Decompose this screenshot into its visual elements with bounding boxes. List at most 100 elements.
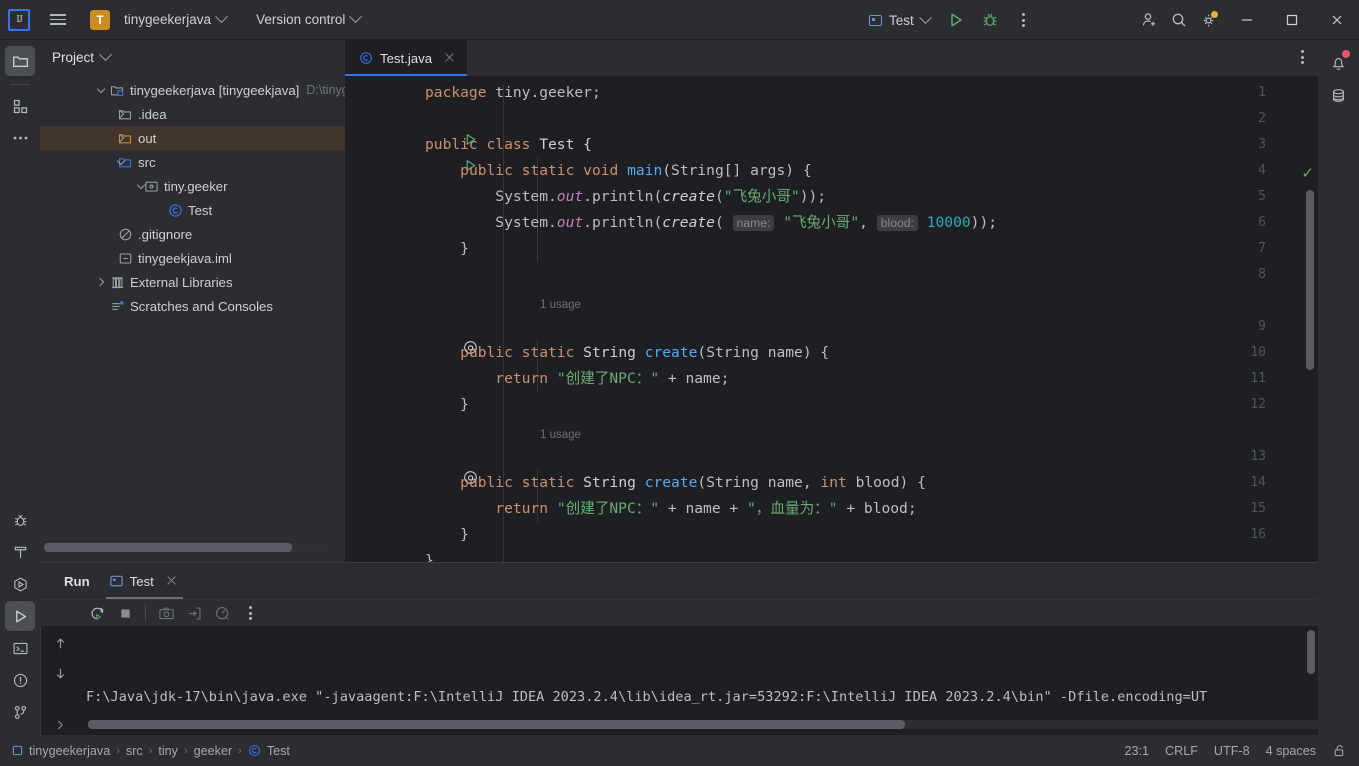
breadcrumb-item-1[interactable]: src: [126, 744, 143, 758]
breadcrumb-item-0[interactable]: tinygeekerjava: [29, 744, 110, 758]
breadcrumb-item-2[interactable]: tiny: [158, 744, 178, 758]
tree-item-idea[interactable]: .idea: [40, 102, 345, 126]
expand-console-button[interactable]: [50, 715, 70, 735]
sidebar-item-project[interactable]: [5, 46, 35, 76]
breadcrumb-item-3[interactable]: geeker: [194, 744, 233, 758]
code-token: public static: [460, 344, 584, 361]
editor-gutter[interactable]: [345, 76, 425, 562]
run-tab-label: Test: [129, 573, 154, 589]
settings-button[interactable]: [1194, 5, 1224, 35]
sidebar-item-run[interactable]: [5, 601, 35, 631]
project-widget[interactable]: T tinygeekerjava: [84, 6, 232, 34]
chevron-right-icon[interactable]: [114, 107, 128, 121]
scroll-down-button[interactable]: [50, 664, 70, 684]
chevron-right-icon[interactable]: [114, 131, 128, 145]
tree-item-iml[interactable]: tinygeekjava.iml: [40, 246, 345, 270]
project-panel-header[interactable]: Project: [40, 40, 345, 74]
maximize-button[interactable]: [1269, 0, 1314, 40]
caret-position[interactable]: 23:1: [1125, 744, 1150, 758]
debug-button[interactable]: [975, 5, 1005, 35]
indent-setting[interactable]: 4 spaces: [1266, 744, 1316, 758]
version-control-widget[interactable]: Version control: [250, 8, 366, 31]
usage-hint[interactable]: 1 usage: [540, 292, 581, 318]
export-button[interactable]: [181, 600, 207, 626]
console-output[interactable]: F:\Java\jdk-17\bin\java.exe "-javaagent:…: [80, 626, 1318, 735]
close-button[interactable]: [1314, 0, 1359, 40]
line-number: 1: [1258, 85, 1266, 100]
run-configuration-selector[interactable]: Test: [862, 9, 937, 32]
scratches-icon: [108, 299, 126, 314]
editor-vertical-scrollbar[interactable]: [1306, 190, 1314, 370]
run-tab-test[interactable]: Test: [102, 563, 187, 599]
run-tool-window: Run Test F:\Java\jdk-17\bin\java.exe "-j…: [40, 562, 1353, 735]
scroll-up-button[interactable]: [50, 634, 70, 654]
code-token: public class: [425, 136, 540, 153]
profiler-button[interactable]: [209, 600, 235, 626]
minimize-button[interactable]: [1224, 0, 1269, 40]
editor-tab-test-java[interactable]: Test.java: [345, 40, 468, 76]
console-vertical-scrollbar[interactable]: [1307, 630, 1315, 674]
run-button[interactable]: [941, 5, 971, 35]
inspection-ok-icon[interactable]: ✓: [1301, 164, 1314, 182]
close-icon[interactable]: [443, 51, 457, 65]
tree-item-gitignore[interactable]: .gitignore: [40, 222, 345, 246]
java-class-icon: [359, 51, 373, 65]
sidebar-item-debug[interactable]: [5, 505, 35, 535]
tree-item-src[interactable]: src: [40, 150, 345, 174]
tree-item-package[interactable]: tiny.geeker: [40, 174, 345, 198]
code-token: }: [425, 396, 469, 413]
add-user-button[interactable]: [1134, 5, 1164, 35]
sidebar-item-structure[interactable]: [5, 91, 35, 121]
stop-button[interactable]: [112, 600, 138, 626]
tree-item-module[interactable]: tinygeekerjava [tinygeekjava] D:\tinygee: [40, 78, 345, 102]
notifications-button[interactable]: [1324, 48, 1354, 78]
library-icon: [108, 275, 126, 290]
close-icon[interactable]: [165, 574, 179, 588]
unlocked-icon[interactable]: [1332, 743, 1347, 758]
run-more-button[interactable]: [237, 600, 263, 626]
tree-label: Test: [188, 202, 213, 218]
screenshot-button[interactable]: [153, 600, 179, 626]
code-canvas[interactable]: 1 2 3 4 5 6 7 8 9 10 11 12 13 14 15 16 p…: [345, 76, 1318, 562]
line-number: 6: [1258, 215, 1266, 230]
sidebar-item-problems[interactable]: [5, 665, 35, 695]
code-text: 1 2 3 4 5 6 7 8 9 10 11 12 13 14 15 16 p…: [425, 76, 1318, 562]
breadcrumb: tinygeekerjava › src › tiny › geeker › T…: [12, 744, 290, 758]
breadcrumb-separator: ›: [116, 744, 120, 757]
tree-item-scratches[interactable]: Scratches and Consoles: [40, 294, 345, 318]
tree-item-external-libraries[interactable]: External Libraries: [40, 270, 345, 294]
line-separator[interactable]: CRLF: [1165, 744, 1198, 758]
sidebar-item-services[interactable]: [5, 569, 35, 599]
chevron-down-icon[interactable]: [134, 179, 148, 193]
sidebar-item-git[interactable]: [5, 697, 35, 727]
code-token: Test {: [539, 136, 592, 153]
console-horizontal-scrollbar[interactable]: [88, 720, 1353, 729]
breadcrumb-item-4[interactable]: Test: [267, 744, 290, 758]
status-bar: tinygeekerjava › src › tiny › geeker › T…: [0, 735, 1359, 766]
rail-divider: [10, 84, 30, 85]
intellij-logo-icon: IJ: [8, 8, 30, 31]
more-run-actions-button[interactable]: [1009, 5, 1039, 35]
search-button[interactable]: [1164, 5, 1194, 35]
project-horizontal-scrollbar[interactable]: [44, 543, 329, 552]
sidebar-item-build[interactable]: [5, 537, 35, 567]
tree-item-out[interactable]: out: [40, 126, 345, 150]
sidebar-item-terminal[interactable]: [5, 633, 35, 663]
usage-hint[interactable]: 1 usage: [540, 422, 581, 448]
more-actions-icon: [248, 606, 252, 620]
chevron-right-icon[interactable]: [94, 275, 108, 289]
file-encoding[interactable]: UTF-8: [1214, 744, 1250, 758]
chevron-down-icon[interactable]: [114, 155, 128, 169]
console-line: F:\Java\jdk-17\bin\java.exe "-javaagent:…: [86, 689, 1208, 705]
iml-icon: [116, 251, 134, 266]
tree-item-test-class[interactable]: Test: [40, 198, 345, 222]
rerun-button[interactable]: [84, 600, 110, 626]
center-column: Project tinygeekerjava [tinygeekjava] D:…: [40, 40, 1353, 735]
chevron-down-icon[interactable]: [94, 83, 108, 97]
code-token: }: [425, 552, 434, 562]
database-button[interactable]: [1324, 80, 1354, 110]
editor-options-button[interactable]: [1301, 50, 1304, 64]
sidebar-item-more-tools[interactable]: [5, 123, 35, 153]
console-left-divider: [40, 626, 41, 735]
main-menu-icon[interactable]: [44, 6, 72, 34]
